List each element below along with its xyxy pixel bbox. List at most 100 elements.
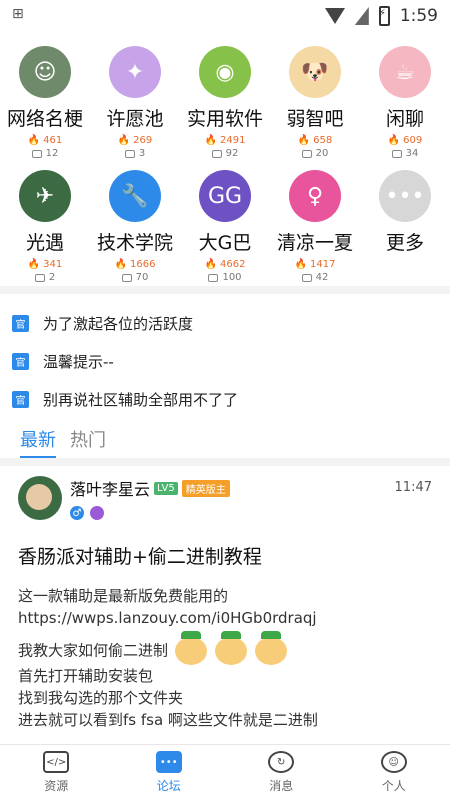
category-item[interactable]: 🐶 弱智吧 🔥 658 20 bbox=[270, 38, 360, 162]
category-name: 光遇 bbox=[25, 232, 64, 254]
comment-icon bbox=[124, 149, 135, 158]
dog-emoji-icon bbox=[214, 631, 247, 665]
author-name[interactable]: 落叶李星云 bbox=[70, 476, 150, 500]
role-badge: 精英版主 bbox=[181, 479, 230, 497]
dog-meme-icon: 🐶 bbox=[289, 46, 341, 98]
post-line: 首先打开辅助安装包 bbox=[18, 667, 154, 685]
comment-count: 92 bbox=[211, 148, 238, 159]
category-name: 网络名梗 bbox=[6, 108, 83, 130]
post-title: 香肠派对辅助+偷二进制教程 bbox=[18, 546, 262, 568]
category-item[interactable]: ☺ 网络名梗 🔥 461 12 bbox=[0, 38, 90, 162]
comment-icon bbox=[211, 149, 222, 158]
tab-hot[interactable]: 热门 bbox=[70, 426, 106, 452]
comment-icon bbox=[301, 149, 312, 158]
official-badge: 官 bbox=[12, 352, 29, 370]
signal-icon bbox=[354, 7, 369, 25]
category-name: 技术学院 bbox=[96, 232, 173, 254]
category-item[interactable]: 🔧 技术学院 🔥 1666 70 bbox=[90, 162, 180, 286]
comment-icon bbox=[391, 149, 402, 158]
bottom-nav: </> 资源 ••• 论坛 ↻ 消息 ☺ 个人 bbox=[0, 744, 450, 800]
status-time: 1:59 bbox=[399, 6, 438, 26]
nav-profile[interactable]: ☺ 个人 bbox=[338, 745, 450, 800]
comment-count: 3 bbox=[124, 148, 145, 159]
sky-avatar-icon: ✈ bbox=[19, 170, 71, 222]
wifi-icon bbox=[324, 8, 345, 24]
author-marks: ♂ bbox=[70, 506, 395, 520]
fire-icon: 🔥 bbox=[114, 259, 127, 270]
post-time: 11:47 bbox=[394, 480, 432, 495]
girl-icon: ♀ bbox=[289, 170, 341, 222]
category-item[interactable]: ♀ 清凉一夏 🔥 1417 42 bbox=[270, 162, 360, 286]
post-line: 这一款辅助是最新版免费能用的 bbox=[18, 587, 229, 605]
profile-icon: ☺ bbox=[380, 751, 407, 773]
notice-item[interactable]: 官 温馨提示-- bbox=[0, 342, 450, 380]
notice-item[interactable]: 官 为了激起各位的活跃度 bbox=[0, 304, 450, 342]
comment-icon bbox=[34, 273, 45, 282]
avatar[interactable] bbox=[18, 476, 62, 520]
status-bar: ⊞ 1:59 bbox=[0, 0, 450, 32]
emoji-row bbox=[174, 631, 287, 665]
category-item[interactable]: ✈ 光遇 🔥 341 2 bbox=[0, 162, 90, 286]
notice-item[interactable]: 官 别再说社区辅助全部用不了了 bbox=[0, 380, 450, 418]
gg-icon: GG bbox=[199, 170, 251, 222]
hot-count: 🔥 658 bbox=[297, 135, 333, 146]
author-info: 落叶李星云 LV5 精英版主 ♂ bbox=[70, 476, 395, 520]
section-divider bbox=[0, 286, 450, 294]
wish-pool-icon: ✦ bbox=[109, 46, 161, 98]
male-icon: ♂ bbox=[70, 506, 84, 520]
fire-icon: 🔥 bbox=[27, 135, 41, 146]
section-divider bbox=[0, 458, 450, 466]
hot-count: 🔥 341 bbox=[27, 259, 63, 270]
comment-icon bbox=[121, 273, 132, 282]
post-card[interactable]: 落叶李星云 LV5 精英版主 ♂ 11:47 香肠派对辅助+偷二进制教程 这一款… bbox=[0, 466, 450, 741]
comment-count: 34 bbox=[391, 148, 418, 159]
category-row-2: ✈ 光遇 🔥 341 2 🔧 技术学院 🔥 1666 70 GG 大G巴 🔥 4662… bbox=[0, 162, 450, 286]
notification-icon: ⊞ bbox=[12, 6, 24, 22]
dog-emoji-icon bbox=[174, 631, 207, 665]
fire-icon: 🔥 bbox=[204, 259, 217, 270]
category-item[interactable]: ◉ 实用软件 🔥 2491 92 bbox=[180, 38, 270, 162]
nav-forum[interactable]: ••• 论坛 bbox=[113, 745, 226, 800]
message-icon: ↻ bbox=[268, 751, 295, 773]
meme-avatar-icon: ☺ bbox=[19, 46, 71, 98]
category-name: 许愿池 bbox=[106, 108, 164, 130]
fire-icon: 🔥 bbox=[387, 135, 401, 146]
category-item[interactable]: GG 大G巴 🔥 4662 100 bbox=[180, 162, 270, 286]
fire-icon: 🔥 bbox=[27, 259, 41, 270]
hot-count: 🔥 461 bbox=[27, 135, 63, 146]
category-name: 弱智吧 bbox=[286, 108, 344, 130]
cup-icon: ☕ bbox=[379, 46, 431, 98]
hot-count: 🔥 1417 bbox=[294, 259, 336, 270]
official-badge: 官 bbox=[12, 390, 29, 408]
post-body: 这一款辅助是最新版免费能用的 https://wwps.lanzouy.com/… bbox=[18, 585, 432, 731]
category-name: 大G巴 bbox=[198, 232, 252, 254]
category-item[interactable]: ✦ 许愿池 🔥 269 3 bbox=[90, 38, 180, 162]
category-name: 闲聊 bbox=[385, 108, 424, 130]
code-icon: </> bbox=[43, 751, 70, 773]
dog-emoji-icon bbox=[254, 631, 287, 665]
hot-count: 🔥 2491 bbox=[204, 135, 246, 146]
post-link[interactable]: https://wwps.lanzouy.com/i0HGb0rdraqj bbox=[18, 607, 432, 629]
category-item[interactable]: ☕ 闲聊 🔥 609 34 bbox=[360, 38, 450, 162]
status-icons: 1:59 bbox=[324, 6, 438, 26]
post-line-with-emoji: 我教大家如何偷二进制 bbox=[18, 631, 432, 665]
hot-count: 🔥 4662 bbox=[204, 259, 246, 270]
android-icon: ◉ bbox=[199, 46, 251, 98]
nav-messages[interactable]: ↻ 消息 bbox=[225, 745, 338, 800]
more-categories-button[interactable]: ••• 更多 bbox=[360, 162, 450, 286]
more-dots-icon: ••• bbox=[379, 170, 431, 222]
nav-resources[interactable]: </> 资源 bbox=[0, 745, 113, 800]
tab-latest[interactable]: 最新 bbox=[20, 426, 56, 458]
comment-count: 12 bbox=[31, 148, 58, 159]
category-grid: ☺ 网络名梗 🔥 461 12 ✦ 许愿池 🔥 269 3 ◉ 实用软件 🔥 2491… bbox=[0, 32, 450, 286]
comment-icon bbox=[301, 273, 312, 282]
hot-count: 🔥 609 bbox=[387, 135, 423, 146]
comment-icon bbox=[208, 273, 219, 282]
notice-list: 官 为了激起各位的活跃度 官 温馨提示-- 官 别再说社区辅助全部用不了了 bbox=[0, 294, 450, 418]
post-line: 进去就可以看到fs fsa 啊这些文件就是二进制 bbox=[18, 711, 318, 729]
comment-count: 20 bbox=[301, 148, 328, 159]
category-row-1: ☺ 网络名梗 🔥 461 12 ✦ 许愿池 🔥 269 3 ◉ 实用软件 🔥 2491… bbox=[0, 38, 450, 162]
post-header: 落叶李星云 LV5 精英版主 ♂ 11:47 bbox=[18, 476, 432, 520]
comment-count: 2 bbox=[34, 272, 55, 283]
forum-icon: ••• bbox=[155, 751, 182, 773]
